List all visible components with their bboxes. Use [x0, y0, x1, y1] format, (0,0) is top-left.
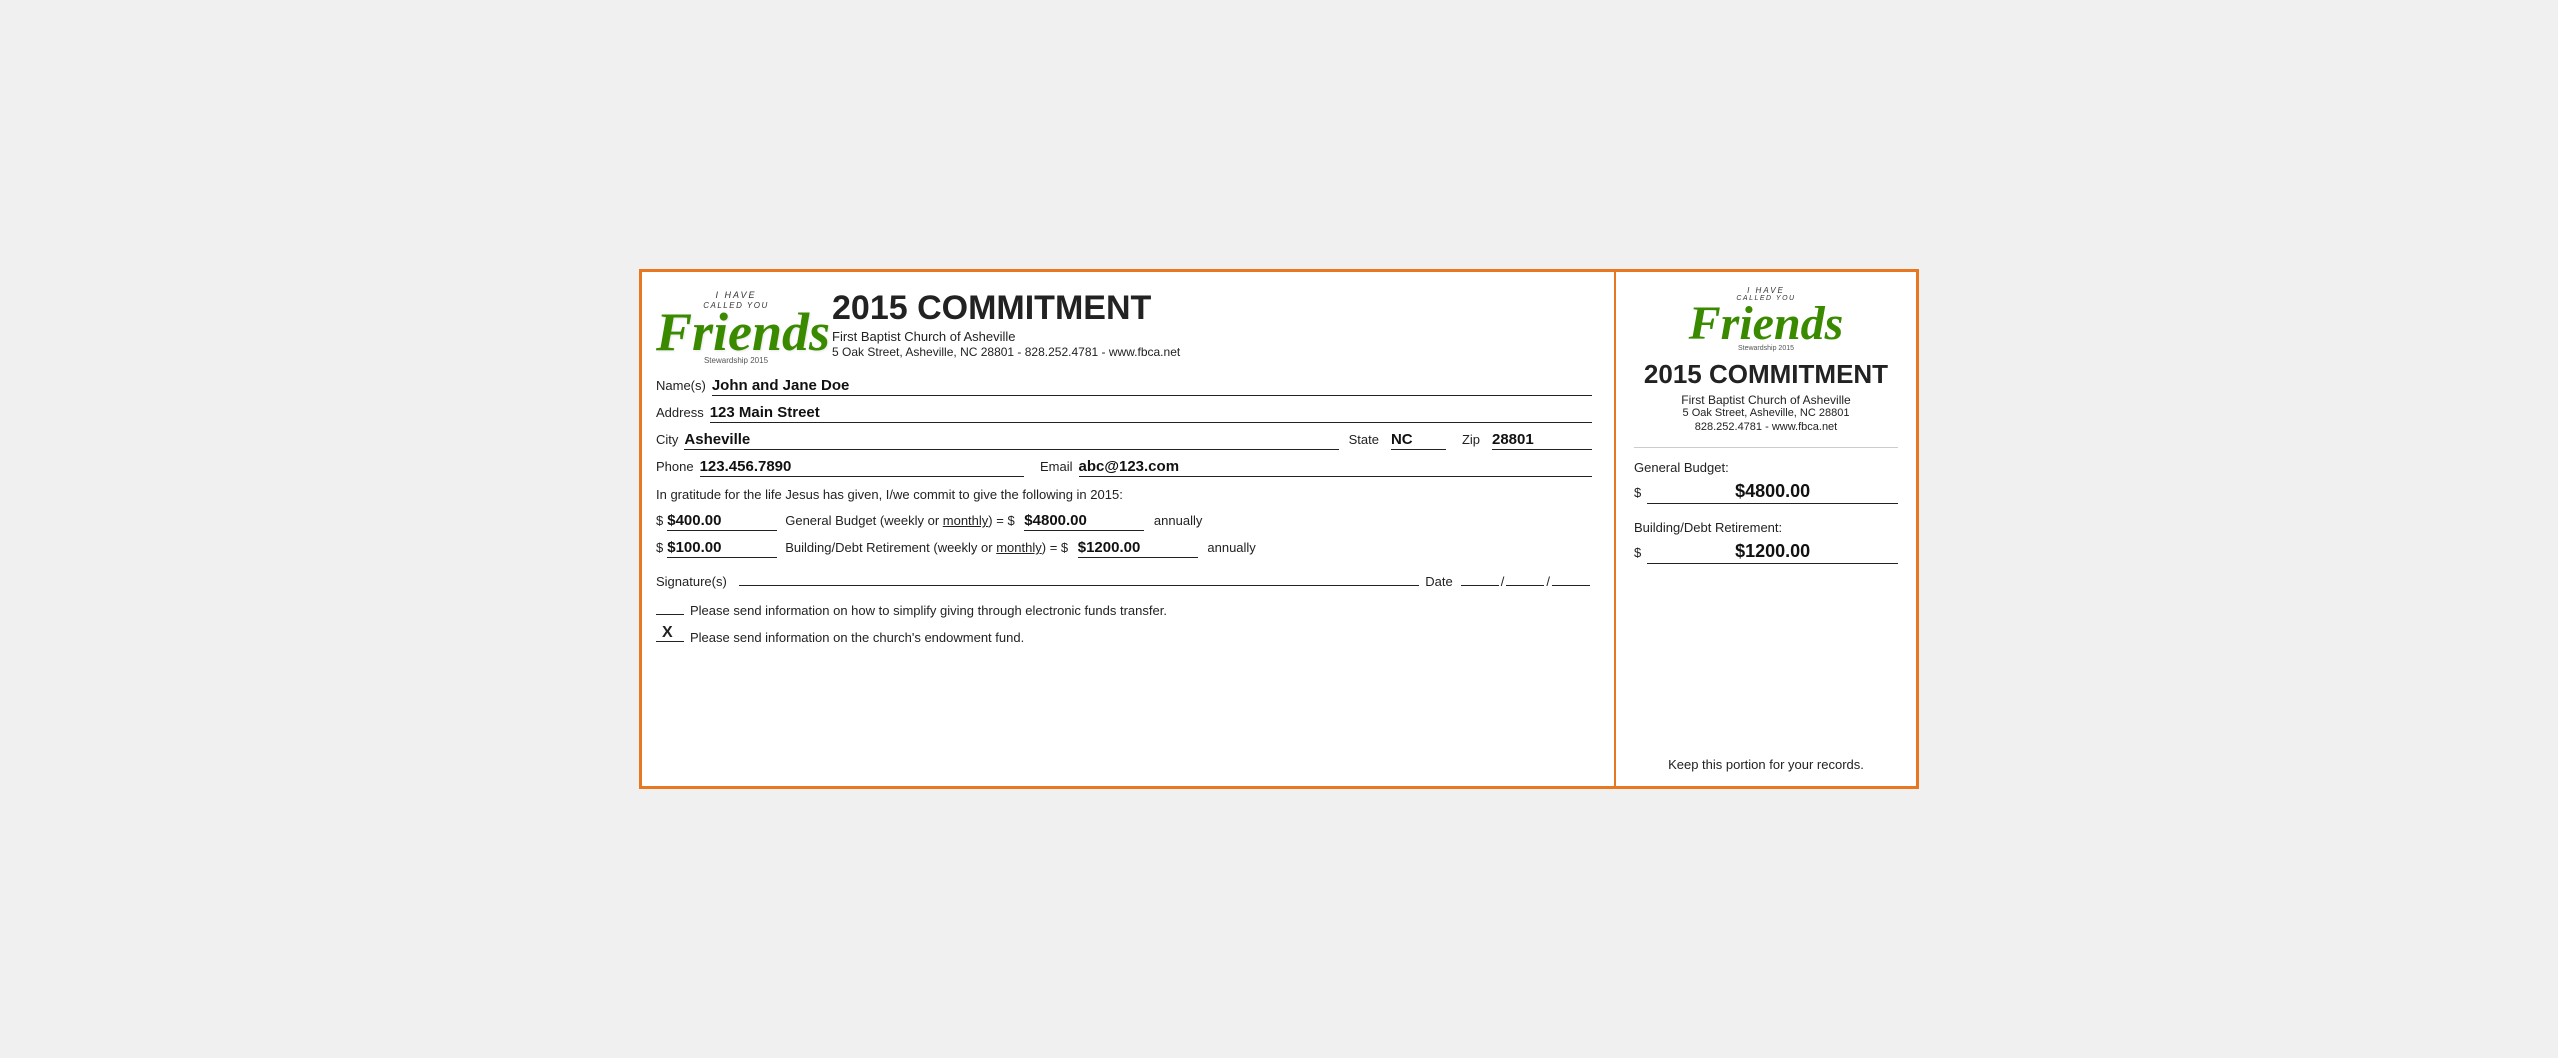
signature-label: Signature(s) [656, 574, 727, 589]
city-label: City [656, 432, 678, 447]
name-label: Name(s) [656, 378, 706, 393]
address-value: 123 Main Street [710, 404, 1592, 423]
right-logo-friends: Friends [1689, 302, 1844, 345]
right-general-amount: $4800.00 [1647, 481, 1898, 504]
general-desc: General Budget (weekly or monthly) = $ $… [785, 512, 1592, 531]
right-building-amount-row: $ $1200.00 [1634, 541, 1898, 564]
endowment-checkmark: X [662, 624, 673, 642]
endowment-checkbox-row: X Please send information on the church'… [656, 626, 1592, 645]
slash1: / [1501, 574, 1505, 589]
logo-area: I HAVE CALLED YOU Friends Stewardship 20… [656, 290, 816, 365]
city-state-row: City Asheville State NC Zip 28801 [656, 431, 1592, 450]
logo-i-have: I HAVE [656, 290, 816, 301]
church-address: 5 Oak Street, Asheville, NC 28801 - 828.… [832, 345, 1592, 359]
logo-friends: Friends [656, 308, 816, 357]
city-group: City Asheville [656, 431, 1339, 450]
general-amount: $400.00 [667, 512, 777, 531]
name-value: John and Jane Doe [712, 377, 1592, 396]
date-day-line [1461, 585, 1499, 586]
eft-checkbox [656, 599, 684, 615]
commitment-form: I HAVE CALLED YOU Friends Stewardship 20… [639, 269, 1919, 789]
church-name: First Baptist Church of Asheville [832, 329, 1592, 344]
right-general-dollar: $ [1634, 485, 1641, 500]
signature-section: Signature(s) Date / / Please send inform… [656, 574, 1592, 645]
gratitude-text: In gratitude for the life Jesus has give… [656, 487, 1592, 502]
right-commitment-title: 2015 COMMITMENT [1644, 360, 1888, 389]
email-label: Email [1040, 459, 1073, 474]
title-area: 2015 COMMITMENT First Baptist Church of … [832, 290, 1592, 359]
building-amount: $100.00 [667, 539, 777, 558]
state-label: State [1349, 432, 1379, 447]
left-section: I HAVE CALLED YOU Friends Stewardship 20… [642, 272, 1616, 786]
name-row: Name(s) John and Jane Doe [656, 377, 1592, 396]
right-church-addr1: 5 Oak Street, Asheville, NC 28801 [1683, 407, 1850, 419]
email-group: Email abc@123.com [1040, 458, 1592, 477]
general-dollar: $ [656, 513, 663, 528]
eft-text: Please send information on how to simpli… [690, 603, 1167, 618]
city-value: Asheville [684, 431, 1338, 450]
right-divider [1634, 447, 1898, 448]
address-label: Address [656, 405, 704, 420]
phone-value: 123.456.7890 [700, 458, 1024, 477]
date-label: Date [1425, 574, 1452, 589]
zip-value: 28801 [1492, 431, 1592, 450]
right-general-label: General Budget: [1634, 460, 1898, 475]
general-budget-row: $ $400.00 General Budget (weekly or mont… [656, 512, 1592, 531]
eft-checkbox-row: Please send information on how to simpli… [656, 599, 1592, 618]
right-church-addr2: 828.252.4781 - www.fbca.net [1695, 421, 1837, 433]
header-row: I HAVE CALLED YOU Friends Stewardship 20… [656, 290, 1592, 365]
right-logo-area: I HAVE CALLED YOU Friends Stewardship 20… [1689, 286, 1844, 352]
right-church-name: First Baptist Church of Asheville [1681, 393, 1850, 407]
right-section: I HAVE CALLED YOU Friends Stewardship 20… [1616, 272, 1916, 786]
right-general-amount-row: $ $4800.00 [1634, 481, 1898, 504]
zip-label: Zip [1462, 432, 1480, 447]
general-annual: $4800.00 [1024, 512, 1144, 531]
right-keep-text: Keep this portion for your records. [1668, 757, 1864, 772]
zip-group: Zip 28801 [1462, 431, 1592, 450]
date-month-line [1506, 585, 1544, 586]
right-building-label: Building/Debt Retirement: [1634, 520, 1898, 535]
address-row: Address 123 Main Street [656, 404, 1592, 423]
phone-email-row: Phone 123.456.7890 Email abc@123.com [656, 458, 1592, 477]
signature-line [739, 585, 1419, 586]
phone-group: Phone 123.456.7890 [656, 458, 1024, 477]
date-year-line [1552, 585, 1590, 586]
state-value: NC [1391, 431, 1446, 450]
endowment-checkbox: X [656, 626, 684, 642]
phone-label: Phone [656, 459, 694, 474]
email-value: abc@123.com [1079, 458, 1592, 477]
building-debt-row: $ $100.00 Building/Debt Retirement (week… [656, 539, 1592, 558]
building-annual: $1200.00 [1078, 539, 1198, 558]
signature-row: Signature(s) Date / / [656, 574, 1592, 589]
slash2: / [1546, 574, 1550, 589]
right-logo-ihave: I HAVE [1689, 286, 1844, 295]
right-building-amount: $1200.00 [1647, 541, 1898, 564]
building-desc: Building/Debt Retirement (weekly or mont… [785, 539, 1592, 558]
building-dollar: $ [656, 540, 663, 555]
state-group: State NC [1349, 431, 1452, 450]
commitment-title: 2015 COMMITMENT [832, 290, 1592, 327]
right-building-dollar: $ [1634, 545, 1641, 560]
endowment-text: Please send information on the church's … [690, 630, 1024, 645]
date-group: Date / / [1425, 574, 1592, 589]
